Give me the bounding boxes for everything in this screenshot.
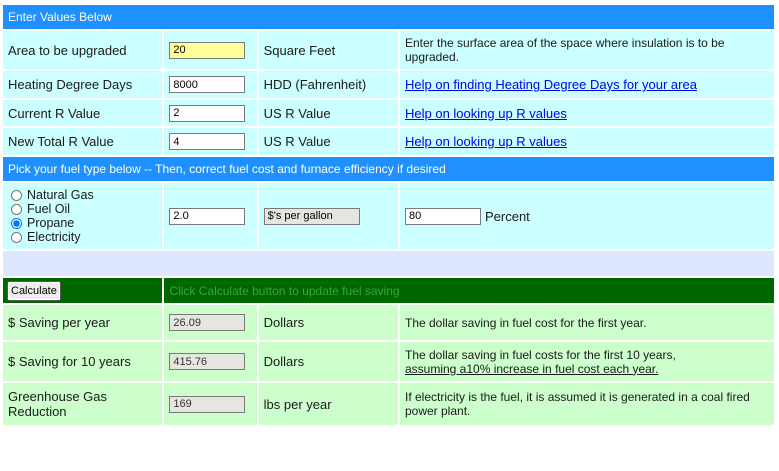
fuel-option-natural-gas[interactable]: Natural Gas <box>8 188 157 202</box>
saving-10yr-label: $ Saving for 10 years <box>3 342 163 381</box>
hdd-unit: HDD (Fahrenheit) <box>258 71 398 98</box>
result-row-year: $ Saving per year Dollars The dollar sav… <box>3 305 774 340</box>
saving-10yr-unit: Dollars <box>258 342 398 381</box>
spacer <box>3 251 774 276</box>
fuel-cost-input[interactable] <box>169 207 246 225</box>
calculator-table: Enter Values Below Area to be upgraded S… <box>1 3 776 427</box>
section-title: Enter Values Below <box>3 5 774 29</box>
area-input[interactable] <box>169 41 246 59</box>
radio-label: Propane <box>27 216 75 230</box>
calculate-row: Calculate Click Calculate button to upda… <box>3 278 774 303</box>
header-row: Enter Values Below <box>3 5 774 29</box>
radio-label: Electricity <box>27 230 81 244</box>
fuel-type-group: Natural Gas Fuel Oil Propane Electricity <box>8 188 157 244</box>
fuel-cost-unit <box>263 207 360 225</box>
current-r-label: Current R Value <box>3 100 163 126</box>
fuel-option-propane[interactable]: Propane <box>8 216 157 230</box>
hdd-input[interactable] <box>169 76 246 94</box>
radio-label: Fuel Oil <box>27 202 71 216</box>
spacer-row <box>3 251 774 276</box>
radio-label: Natural Gas <box>27 188 94 202</box>
area-label: Area to be upgraded <box>3 31 163 69</box>
area-description: Enter the surface area of the space wher… <box>399 31 774 69</box>
ghg-description: If electricity is the fuel, it is assume… <box>399 383 774 425</box>
current-r-help-link[interactable]: Help on looking up R values <box>405 106 567 121</box>
fuel-option-fuel-oil[interactable]: Fuel Oil <box>8 202 157 216</box>
hdd-help-link[interactable]: Help on finding Heating Degree Days for … <box>405 77 697 92</box>
saving-year-unit: Dollars <box>258 305 398 340</box>
saving-year-output <box>169 314 246 332</box>
fuel-header-row: Pick your fuel type below -- Then, corre… <box>3 157 774 181</box>
fuel-option-electricity[interactable]: Electricity <box>8 230 157 244</box>
result-row-ghg: Greenhouse Gas Reduction lbs per year If… <box>3 383 774 425</box>
insulation-calculator: Enter Values Below Area to be upgraded S… <box>0 0 779 471</box>
saving-year-label: $ Saving per year <box>3 305 163 340</box>
calculate-hint: Click Calculate button to update fuel sa… <box>164 278 774 303</box>
input-row-hdd: Heating Degree Days HDD (Fahrenheit) Hel… <box>3 71 774 98</box>
result-row-10yr: $ Saving for 10 years Dollars The dollar… <box>3 342 774 381</box>
radio-electricity[interactable] <box>11 231 22 243</box>
saving-10yr-desc-line2: assuming a10% increase in fuel cost each… <box>404 361 659 376</box>
saving-year-description: The dollar saving in fuel cost for the f… <box>399 305 774 340</box>
ghg-unit: lbs per year <box>258 383 398 425</box>
calculate-button[interactable]: Calculate <box>7 280 61 301</box>
input-row-current-r: Current R Value US R Value Help on looki… <box>3 100 774 126</box>
ghg-label: Greenhouse Gas Reduction <box>3 383 163 425</box>
current-r-input[interactable] <box>169 104 246 122</box>
new-r-unit: US R Value <box>258 128 398 155</box>
input-row-new-r: New Total R Value US R Value Help on loo… <box>3 128 774 155</box>
saving-10yr-output <box>169 353 246 371</box>
fuel-section-title: Pick your fuel type below -- Then, corre… <box>3 157 774 181</box>
fuel-row: Natural Gas Fuel Oil Propane Electricity… <box>3 183 774 249</box>
saving-10yr-desc-line1: The dollar saving in fuel costs for the … <box>404 347 676 362</box>
hdd-label: Heating Degree Days <box>3 71 163 98</box>
current-r-unit: US R Value <box>258 100 398 126</box>
new-r-input[interactable] <box>169 133 246 151</box>
input-row-area: Area to be upgraded Square Feet Enter th… <box>3 31 774 69</box>
radio-propane[interactable] <box>11 217 22 229</box>
efficiency-input[interactable] <box>404 207 481 225</box>
new-r-help-link[interactable]: Help on looking up R values <box>405 134 567 149</box>
new-r-label: New Total R Value <box>3 128 163 155</box>
radio-natural-gas[interactable] <box>11 189 22 201</box>
saving-10yr-description: The dollar saving in fuel costs for the … <box>399 342 774 381</box>
efficiency-unit: Percent <box>484 208 530 224</box>
radio-fuel-oil[interactable] <box>11 203 22 215</box>
area-unit: Square Feet <box>258 31 398 69</box>
ghg-output <box>169 395 246 413</box>
